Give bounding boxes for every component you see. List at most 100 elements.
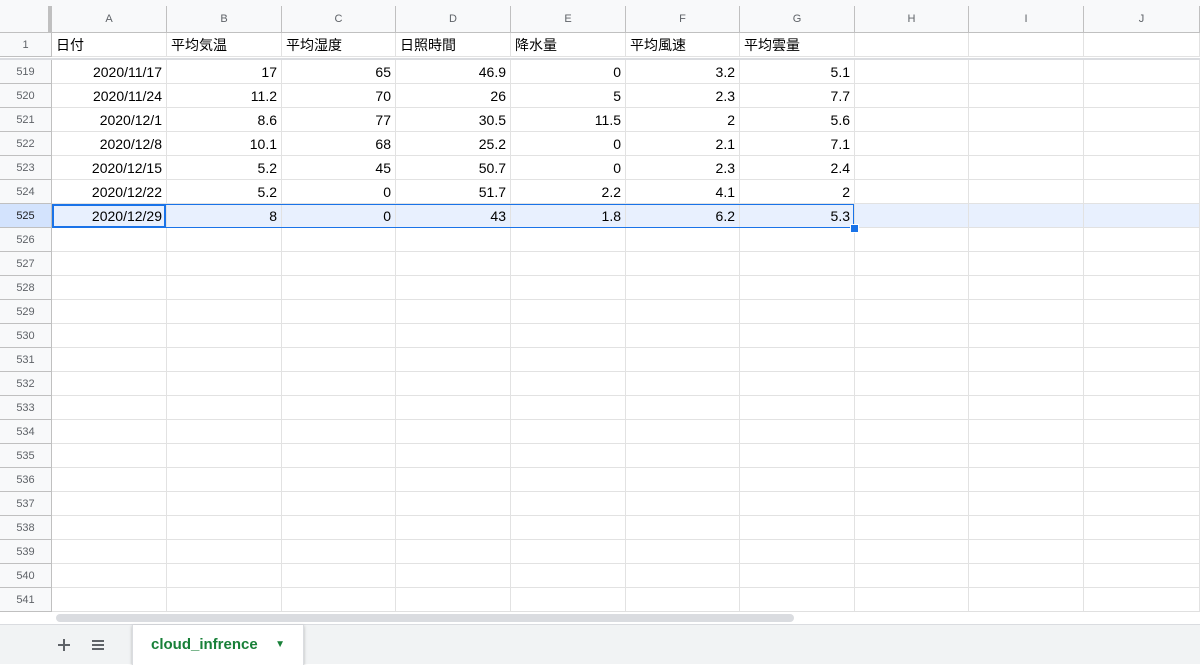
- cell[interactable]: [626, 540, 740, 564]
- cell[interactable]: [969, 564, 1084, 588]
- cell[interactable]: 43: [396, 204, 511, 228]
- cell[interactable]: [969, 468, 1084, 492]
- cell[interactable]: 77: [282, 108, 396, 132]
- cell[interactable]: [855, 132, 969, 156]
- list-icon[interactable]: [86, 633, 110, 657]
- cell[interactable]: [1084, 228, 1200, 252]
- cell[interactable]: [855, 468, 969, 492]
- row-header[interactable]: 528: [0, 276, 52, 300]
- row-header[interactable]: 540: [0, 564, 52, 588]
- cell[interactable]: [396, 588, 511, 612]
- cell[interactable]: [626, 300, 740, 324]
- cell[interactable]: [1084, 276, 1200, 300]
- cell[interactable]: [969, 252, 1084, 276]
- row-header[interactable]: 539: [0, 540, 52, 564]
- cell[interactable]: [1084, 348, 1200, 372]
- cell[interactable]: [511, 228, 626, 252]
- cell[interactable]: [855, 33, 969, 57]
- cell[interactable]: 7.1: [740, 132, 855, 156]
- cell[interactable]: [969, 324, 1084, 348]
- cell[interactable]: [740, 396, 855, 420]
- cell[interactable]: [626, 444, 740, 468]
- cell[interactable]: 8: [167, 204, 282, 228]
- cell[interactable]: [626, 564, 740, 588]
- cell[interactable]: [52, 492, 167, 516]
- cell[interactable]: 平均雲量: [740, 33, 855, 57]
- cell[interactable]: [855, 348, 969, 372]
- row-header[interactable]: 538: [0, 516, 52, 540]
- row-header[interactable]: 532: [0, 372, 52, 396]
- cell[interactable]: 5.1: [740, 60, 855, 84]
- row-header[interactable]: 526: [0, 228, 52, 252]
- cell[interactable]: [740, 372, 855, 396]
- cell[interactable]: [855, 60, 969, 84]
- cell[interactable]: [855, 396, 969, 420]
- cell[interactable]: 2.1: [626, 132, 740, 156]
- cell[interactable]: [396, 252, 511, 276]
- cell[interactable]: [282, 468, 396, 492]
- cell[interactable]: [626, 276, 740, 300]
- cell[interactable]: [740, 492, 855, 516]
- cell[interactable]: 10.1: [167, 132, 282, 156]
- cell[interactable]: [282, 516, 396, 540]
- column-header[interactable]: E: [511, 6, 626, 33]
- cell[interactable]: [969, 492, 1084, 516]
- cell[interactable]: [1084, 396, 1200, 420]
- cell[interactable]: 5.3: [740, 204, 855, 228]
- row-header[interactable]: 533: [0, 396, 52, 420]
- cell[interactable]: [52, 564, 167, 588]
- cell[interactable]: [1084, 204, 1200, 228]
- column-header[interactable]: I: [969, 6, 1084, 33]
- cell[interactable]: [1084, 372, 1200, 396]
- cell[interactable]: 5.6: [740, 108, 855, 132]
- cell[interactable]: [396, 516, 511, 540]
- cell[interactable]: [511, 276, 626, 300]
- row-header[interactable]: 535: [0, 444, 52, 468]
- cell[interactable]: 2020/12/8: [52, 132, 167, 156]
- cell[interactable]: [855, 492, 969, 516]
- cell[interactable]: 45: [282, 156, 396, 180]
- cell[interactable]: [626, 588, 740, 612]
- cell[interactable]: [969, 588, 1084, 612]
- cell[interactable]: 11.5: [511, 108, 626, 132]
- cell[interactable]: 2020/11/24: [52, 84, 167, 108]
- cell[interactable]: [511, 372, 626, 396]
- cell[interactable]: [740, 564, 855, 588]
- cell[interactable]: [740, 444, 855, 468]
- cell[interactable]: [626, 372, 740, 396]
- column-header[interactable]: H: [855, 6, 969, 33]
- row-header[interactable]: 527: [0, 252, 52, 276]
- cell[interactable]: [969, 228, 1084, 252]
- cell[interactable]: [1084, 588, 1200, 612]
- cell[interactable]: [167, 420, 282, 444]
- cell[interactable]: [969, 33, 1084, 57]
- cell[interactable]: [52, 468, 167, 492]
- cell[interactable]: [396, 372, 511, 396]
- cell[interactable]: [52, 516, 167, 540]
- horizontal-scrollbar[interactable]: [52, 611, 1200, 624]
- cell[interactable]: 平均風速: [626, 33, 740, 57]
- cell[interactable]: 6.2: [626, 204, 740, 228]
- row-header[interactable]: 522: [0, 132, 52, 156]
- cell[interactable]: [626, 324, 740, 348]
- cell[interactable]: 0: [282, 180, 396, 204]
- column-header[interactable]: G: [740, 6, 855, 33]
- cell[interactable]: 51.7: [396, 180, 511, 204]
- cell[interactable]: [1084, 444, 1200, 468]
- scrollbar-thumb[interactable]: [56, 614, 794, 622]
- cell[interactable]: [52, 588, 167, 612]
- cell[interactable]: [855, 564, 969, 588]
- cell[interactable]: [626, 228, 740, 252]
- cell[interactable]: [969, 372, 1084, 396]
- sheet-tab[interactable]: cloud_infrence ▼: [132, 625, 304, 665]
- cell[interactable]: [626, 348, 740, 372]
- cell[interactable]: [1084, 420, 1200, 444]
- cell[interactable]: [52, 276, 167, 300]
- cell[interactable]: 2.4: [740, 156, 855, 180]
- cell[interactable]: [52, 444, 167, 468]
- cell[interactable]: [511, 588, 626, 612]
- cell[interactable]: 日照時間: [396, 33, 511, 57]
- cell[interactable]: [1084, 492, 1200, 516]
- select-all-corner[interactable]: [0, 6, 52, 33]
- cell[interactable]: [1084, 132, 1200, 156]
